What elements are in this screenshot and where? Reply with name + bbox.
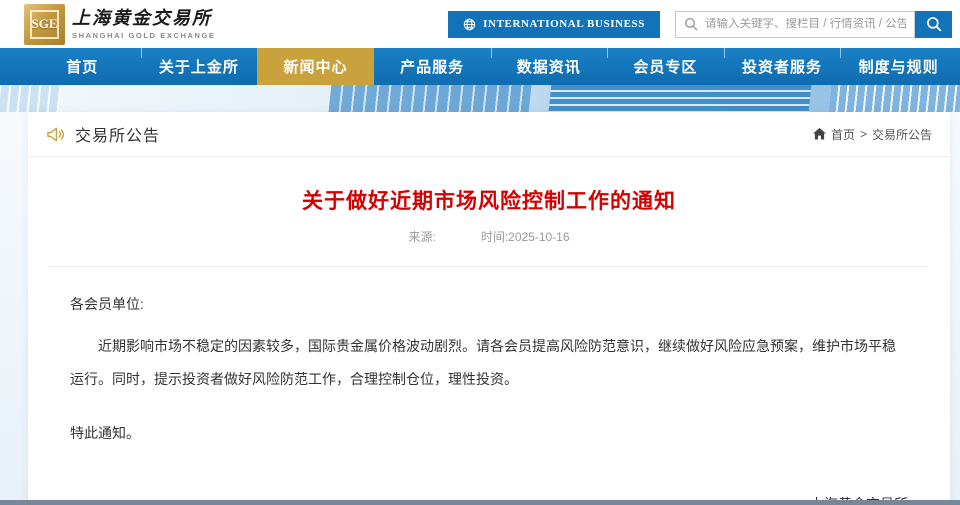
top-header: SGE 上海黄金交易所 SHANGHAI GOLD EXCHANGE INTER… <box>0 0 960 48</box>
search-input[interactable] <box>705 18 906 30</box>
section-title: 交易所公告 <box>75 122 160 146</box>
globe-icon <box>463 18 476 31</box>
building-graphic <box>828 85 960 112</box>
sge-logo[interactable]: SGE 上海黄金交易所 SHANGHAI GOLD EXCHANGE <box>24 4 216 45</box>
meta-divider <box>50 266 928 267</box>
footer-strip <box>0 500 960 505</box>
nav-item-products[interactable]: 产品服务 <box>374 48 491 85</box>
nav-item-data[interactable]: 数据资讯 <box>491 48 608 85</box>
nav-item-members[interactable]: 会员专区 <box>607 48 724 85</box>
article-meta: 来源: 时间:2025-10-16 <box>48 228 930 245</box>
nav-item-rules[interactable]: 制度与规则 <box>840 48 957 85</box>
building-graphic <box>0 85 62 112</box>
banner-image <box>0 85 960 112</box>
logo-title-cn: 上海黄金交易所 <box>72 9 216 29</box>
nav-item-news[interactable]: 新闻中心 <box>257 48 374 85</box>
search-submit-icon <box>926 16 942 32</box>
article-closing: 特此通知。 <box>70 417 908 450</box>
article-paragraph: 近期影响市场不稳定的因素较多，国际贵金属价格波动剧烈。请各会员提高风险防范意识，… <box>70 330 908 396</box>
search-box <box>675 11 915 38</box>
article-source: 来源: <box>408 228 435 245</box>
breadcrumb: 首页 > 交易所公告 <box>813 126 932 143</box>
breadcrumb-separator: > <box>860 127 867 141</box>
search-submit-button[interactable] <box>915 11 952 38</box>
building-graphic <box>328 85 532 112</box>
announcement-card: 交易所公告 首页 > 交易所公告 关于做好近期市场风险控制工作的通知 来源: 时… <box>28 112 950 505</box>
breadcrumb-current: 交易所公告 <box>872 126 932 143</box>
header-right: INTERNATIONAL BUSINESS <box>448 11 952 38</box>
article-time: 时间:2025-10-16 <box>481 228 570 245</box>
main-nav: 首页 关于上金所 新闻中心 产品服务 数据资讯 会员专区 投资者服务 制度与规则 <box>0 48 960 85</box>
building-graphic <box>548 85 812 112</box>
nav-item-investors[interactable]: 投资者服务 <box>724 48 841 85</box>
sge-logo-badge-icon: SGE <box>24 4 65 45</box>
card-header: 交易所公告 首页 > 交易所公告 <box>28 112 950 157</box>
international-business-button[interactable]: INTERNATIONAL BUSINESS <box>448 11 660 38</box>
megaphone-icon <box>46 126 65 143</box>
article: 关于做好近期市场风险控制工作的通知 来源: 时间:2025-10-16 各会员单… <box>28 185 950 505</box>
breadcrumb-home[interactable]: 首页 <box>831 126 855 143</box>
sge-logo-badge-text: SGE <box>30 10 59 39</box>
article-salutation: 各会员单位: <box>70 288 908 321</box>
logo-text: 上海黄金交易所 SHANGHAI GOLD EXCHANGE <box>72 9 216 40</box>
nav-item-about[interactable]: 关于上金所 <box>141 48 258 85</box>
international-business-label: INTERNATIONAL BUSINESS <box>483 18 645 30</box>
article-title: 关于做好近期市场风险控制工作的通知 <box>48 185 930 215</box>
searchbar <box>675 11 952 38</box>
search-icon <box>684 17 698 31</box>
home-icon <box>813 128 826 140</box>
nav-item-home[interactable]: 首页 <box>24 48 141 85</box>
article-body: 各会员单位: 近期影响市场不稳定的因素较多，国际贵金属价格波动剧烈。请各会员提高… <box>70 288 908 450</box>
logo-title-en: SHANGHAI GOLD EXCHANGE <box>72 31 216 40</box>
